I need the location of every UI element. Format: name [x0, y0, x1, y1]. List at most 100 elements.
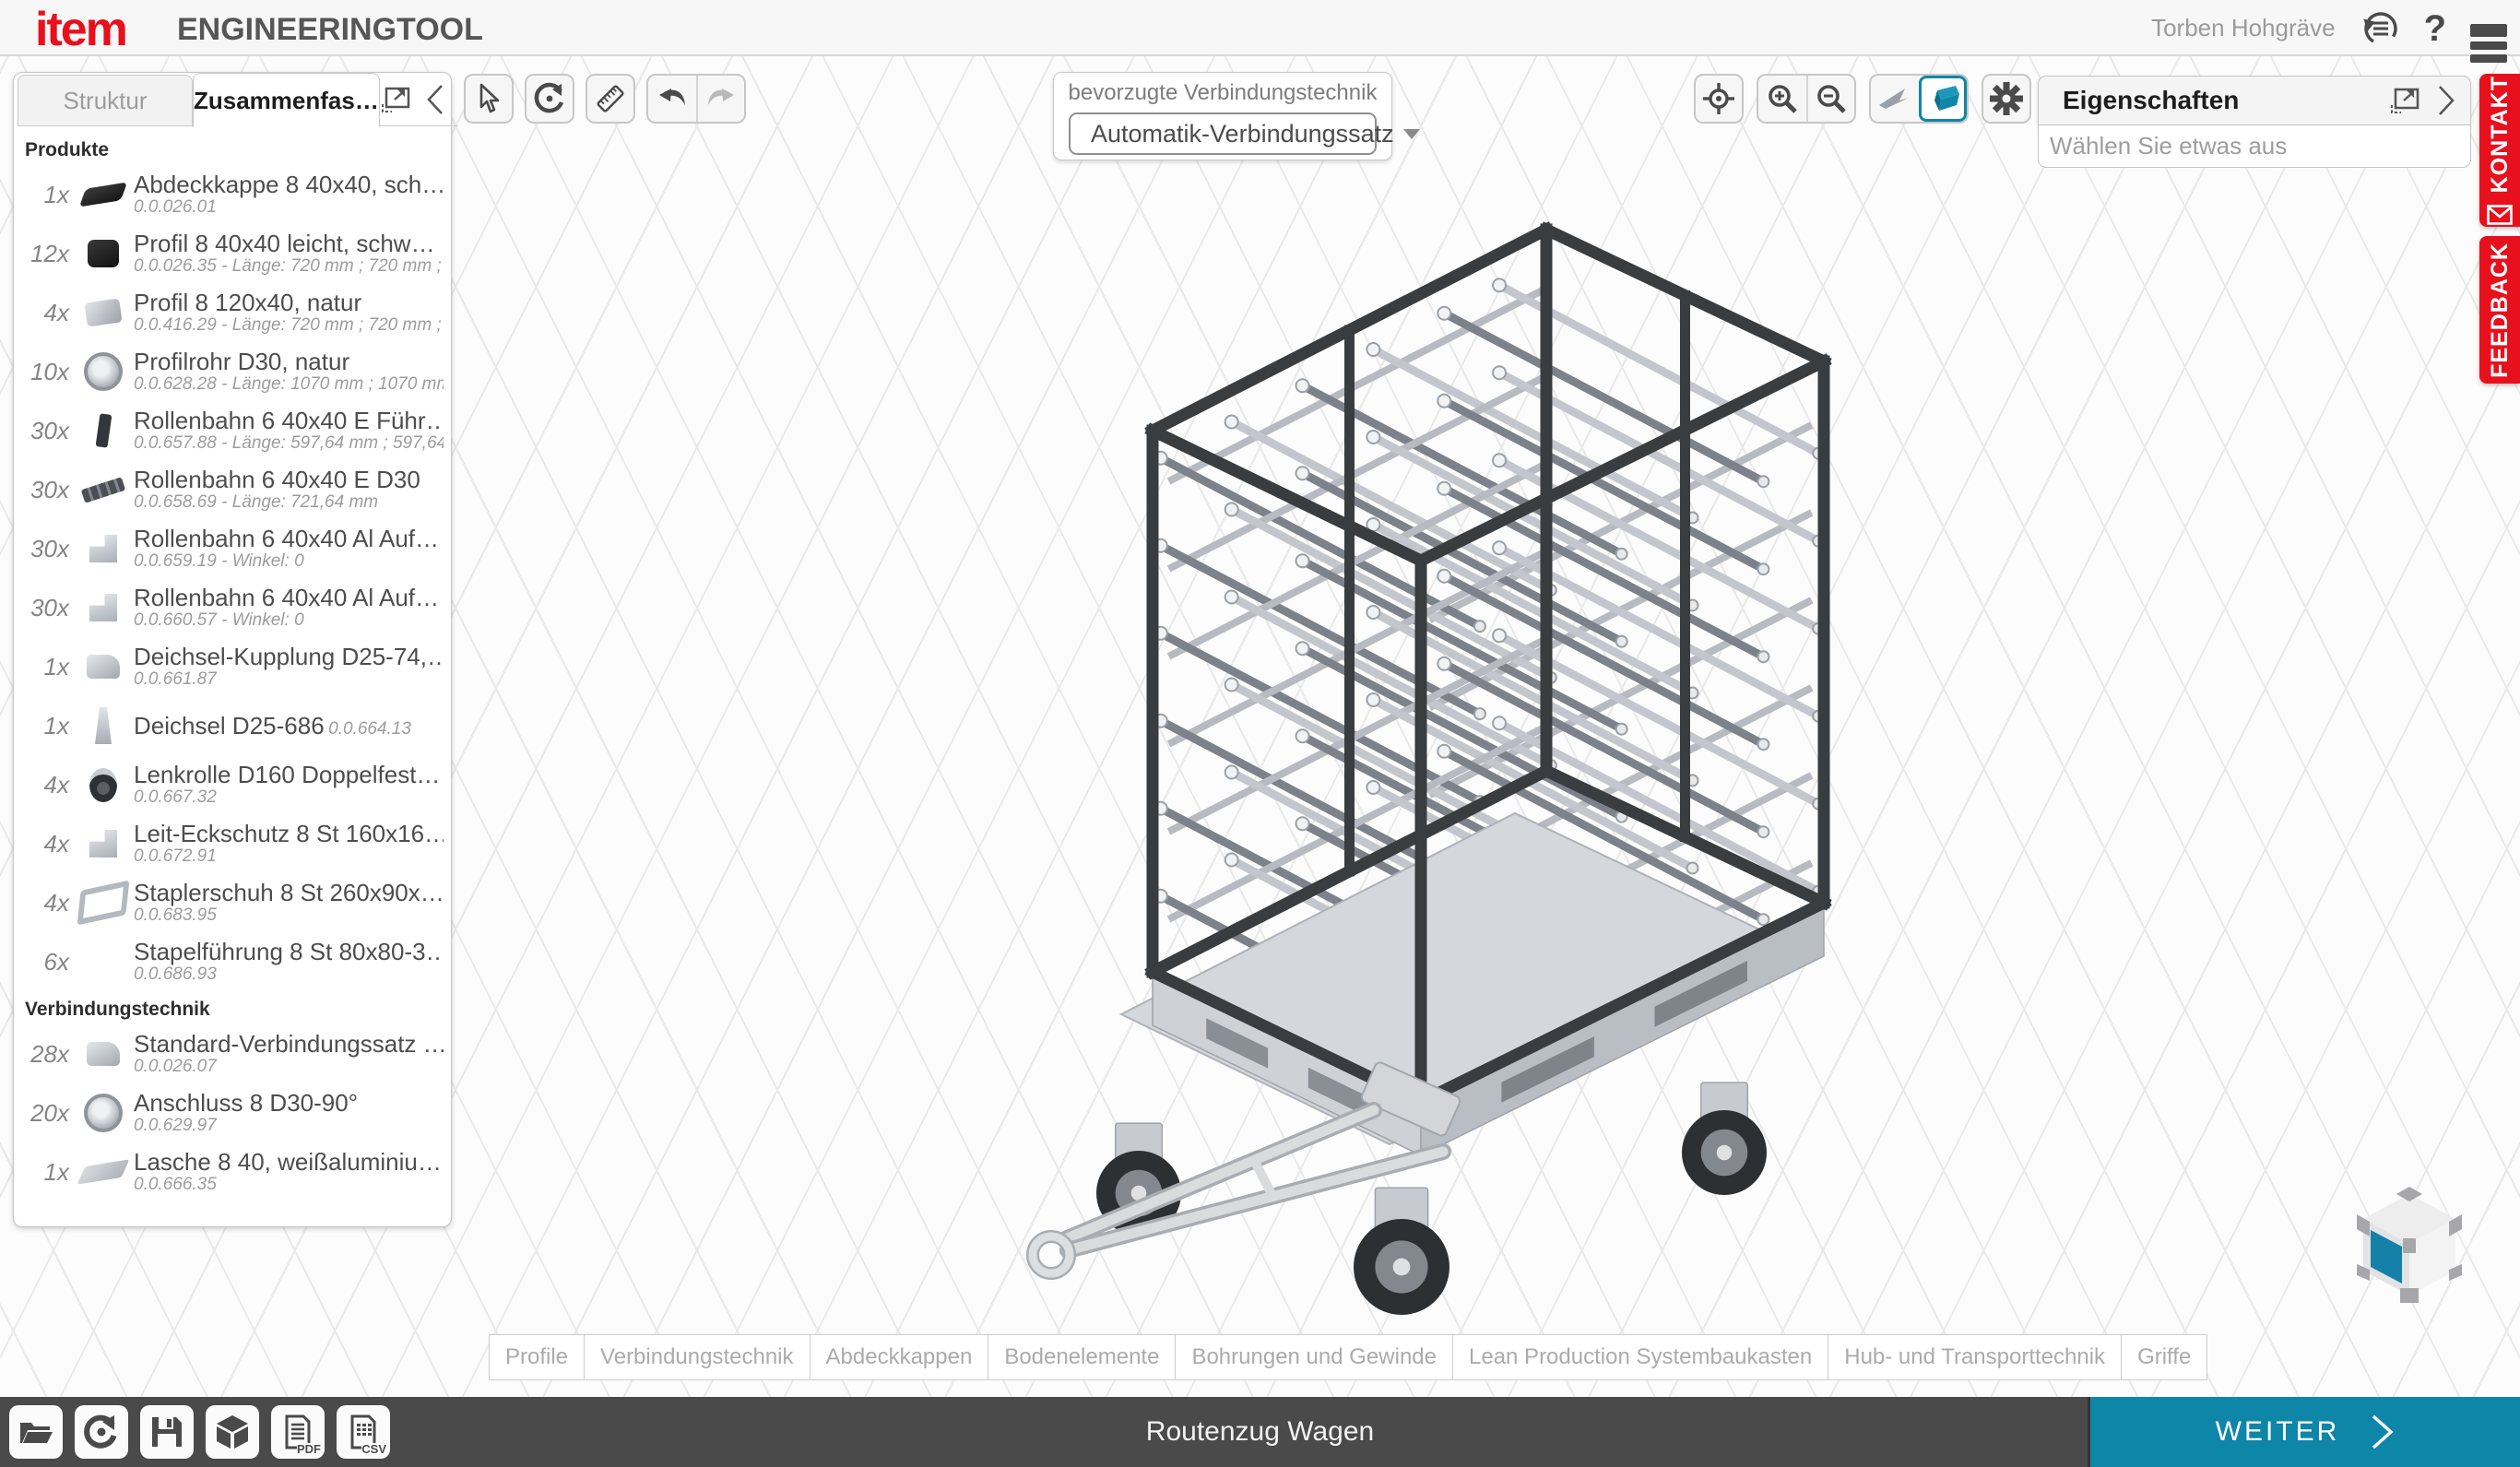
part-sub: 0.0.683.95 — [134, 905, 217, 925]
part-row[interactable]: 6x Stapelführung 8 St 80x80-3… 0.0.686.9… — [21, 932, 444, 991]
next-label: WEITER — [2216, 1416, 2340, 1448]
part-row[interactable]: 1x Abdeckkappe 8 40x40, sch… 0.0.026.01 — [21, 165, 444, 224]
solid-view-button[interactable] — [1919, 76, 1967, 122]
properties-popout-button[interactable] — [2389, 85, 2420, 116]
part-row[interactable]: 4x Staplerschuh 8 St 260x90x… 0.0.683.95 — [21, 873, 444, 932]
part-row[interactable]: 1x Deichsel D25-686 0.0.664.13 — [21, 696, 444, 755]
part-row[interactable]: 30x Rollenbahn 6 40x40 E D30 0.0.658.69 … — [21, 460, 444, 519]
focus-button[interactable] — [1694, 74, 1744, 124]
menu-button[interactable] — [2470, 19, 2507, 37]
part-sub: 0.0.416.29 - Länge: 720 mm ; 720 mm ; 12… — [134, 315, 444, 335]
category-tab[interactable]: Verbindungstechnik — [584, 1334, 810, 1380]
part-thumbnail — [78, 821, 128, 867]
category-tab-label: Profile — [505, 1344, 568, 1370]
part-sub: 0.0.629.97 — [134, 1116, 217, 1135]
part-row[interactable]: 4x Lenkrolle D160 Doppelfest… 0.0.667.32 — [21, 755, 444, 814]
chevron-right-icon — [2435, 84, 2457, 117]
part-row[interactable]: 20x Anschluss 8 D30-90° 0.0.629.97 — [21, 1083, 444, 1142]
part-qty: 10x — [21, 358, 78, 386]
part-row[interactable]: 28x Standard-Verbindungssatz … 0.0.026.0… — [21, 1024, 444, 1083]
part-row[interactable]: 12x Profil 8 40x40 leicht, schw… 0.0.026… — [21, 224, 444, 283]
zoom-in-button[interactable] — [1758, 76, 1806, 122]
kontakt-tab[interactable]: KONTAKT — [2479, 74, 2520, 227]
part-thumbnail — [78, 880, 128, 926]
part-thumbnail — [78, 1149, 128, 1195]
settings-button[interactable] — [1982, 74, 2031, 124]
restore-button[interactable] — [75, 1405, 128, 1459]
part-sub: 0.0.628.28 - Länge: 1070 mm ; 1070 mm — [134, 374, 444, 394]
parts-list: Produkte 1x Abdeckkappe 8 40x40, sch… 0.… — [14, 126, 451, 1224]
category-tab[interactable]: Bohrungen und Gewinde — [1175, 1334, 1453, 1380]
open-project-button[interactable] — [9, 1405, 63, 1459]
properties-collapse-button[interactable] — [2435, 84, 2457, 117]
part-row[interactable]: 4x Leit-Eckschutz 8 St 160x16… 0.0.672.9… — [21, 814, 444, 873]
part-name: Leit-Eckschutz 8 St 160x16… — [134, 821, 444, 847]
part-thumbnail — [78, 526, 128, 572]
part-row[interactable]: 10x Profilrohr D30, natur 0.0.628.28 - L… — [21, 342, 444, 401]
panel-collapse-button[interactable] — [424, 83, 446, 116]
part-sub: 0.0.661.87 — [134, 669, 217, 689]
part-qty: 12x — [21, 240, 78, 268]
part-name: Lenkrolle D160 Doppelfest… — [134, 762, 440, 788]
chevron-down-icon — [1403, 129, 1420, 139]
export-csv-button[interactable]: CSV — [337, 1405, 390, 1459]
category-tab[interactable]: Griffe — [2121, 1334, 2207, 1380]
part-qty: 4x — [21, 830, 78, 858]
part-qty: 28x — [21, 1040, 78, 1069]
rotate-tool-button[interactable] — [525, 74, 574, 124]
undo-button[interactable] — [648, 76, 696, 122]
part-thumbnail — [78, 703, 128, 749]
category-tab[interactable]: Bodenelemente — [988, 1334, 1176, 1380]
save-button[interactable] — [140, 1405, 194, 1459]
part-sub: 0.0.660.57 - Winkel: 0 — [134, 610, 304, 630]
category-tab[interactable]: Hub- und Transporttechnik — [1828, 1334, 2122, 1380]
tab-struktur[interactable]: Struktur — [18, 75, 193, 126]
panel-popout-button[interactable] — [380, 84, 411, 115]
connection-select[interactable]: Automatik-Verbindungssatz — [1069, 112, 1377, 155]
part-thumbnail — [78, 408, 128, 454]
part-row[interactable]: 30x Rollenbahn 6 40x40 Al Auf… 0.0.660.5… — [21, 578, 444, 637]
envelope-icon — [2487, 205, 2513, 225]
part-row[interactable]: 30x Rollenbahn 6 40x40 Al Auf… 0.0.659.1… — [21, 519, 444, 578]
undo-redo-group — [646, 74, 746, 124]
part-qty: 4x — [21, 299, 78, 327]
user-name: Torben Hohgräve — [2151, 14, 2335, 42]
select-tool-button[interactable] — [464, 74, 514, 124]
popout-icon — [380, 84, 411, 115]
part-row[interactable]: 30x Rollenbahn 6 40x40 E Führ… 0.0.657.8… — [21, 401, 444, 460]
tab-zusammenfassung[interactable]: Zusammenfas… — [193, 73, 380, 127]
part-row[interactable]: 4x Profil 8 120x40, natur 0.0.416.29 - L… — [21, 283, 444, 342]
part-sub: 0.0.667.32 — [134, 787, 217, 807]
transparent-view-button[interactable] — [1871, 76, 1919, 122]
part-thumbnail — [78, 290, 128, 336]
connection-value: Automatik-Verbindungssatz — [1091, 120, 1394, 148]
part-name: Profilrohr D30, natur — [134, 349, 349, 375]
part-name: Profil 8 40x40 leicht, schw… — [134, 231, 435, 257]
part-name: Profil 8 120x40, natur — [134, 290, 361, 316]
part-qty: 6x — [21, 948, 78, 976]
chevron-right-icon — [2371, 1414, 2395, 1450]
item-logo[interactable]: item — [35, 2, 126, 57]
part-sub: 0.0.657.88 - Länge: 597,64 mm ; 597,64 m… — [134, 433, 444, 453]
connection-label: bevorzugte Verbindungstechnik — [1054, 80, 1391, 106]
category-tab[interactable]: Profile — [489, 1334, 585, 1380]
category-tab[interactable]: Lean Production Systembaukasten — [1452, 1334, 1828, 1380]
part-qty: 4x — [21, 771, 78, 799]
measure-tool-button[interactable] — [586, 74, 635, 124]
export-pdf-button[interactable]: PDF — [271, 1405, 325, 1459]
help-button[interactable]: ? — [2424, 10, 2446, 47]
part-qty: 1x — [21, 1158, 78, 1187]
category-tab[interactable]: Abdeckkappen — [810, 1334, 989, 1380]
view-cube[interactable] — [2349, 1179, 2469, 1308]
part-row[interactable]: 1x Lasche 8 40, weißaluminiu… 0.0.666.35 — [21, 1142, 444, 1201]
part-thumbnail — [78, 231, 128, 277]
history-button[interactable] — [2360, 8, 2400, 49]
model-3d[interactable] — [977, 156, 1899, 1336]
part-name: Deichsel-Kupplung D25-74,… — [134, 644, 444, 670]
part-row[interactable]: 1x Deichsel-Kupplung D25-74,… 0.0.661.87 — [21, 637, 444, 696]
feedback-tab[interactable]: FEEDBACK — [2479, 236, 2520, 384]
zoom-out-button[interactable] — [1806, 76, 1854, 122]
export-3d-button[interactable] — [206, 1405, 259, 1459]
redo-button[interactable] — [696, 76, 744, 122]
next-button[interactable]: WEITER — [2088, 1397, 2520, 1467]
